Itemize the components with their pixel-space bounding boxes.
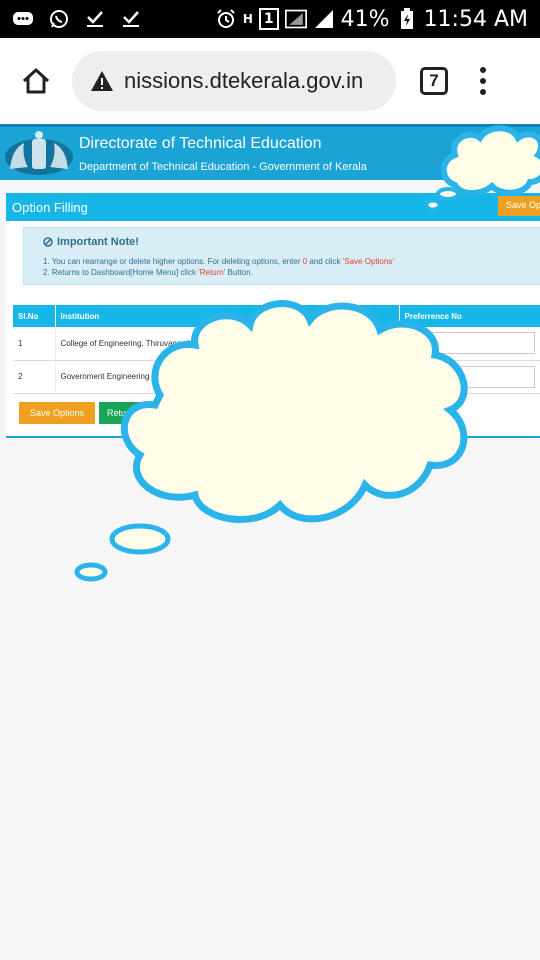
cell-preference: [399, 360, 540, 394]
cell-slno: 1: [13, 327, 56, 361]
options-table: Sl.No Institution Course Preferrence No …: [13, 305, 540, 394]
cell-institution: Government Engineering: [55, 360, 296, 394]
menu-dot: [480, 89, 486, 95]
table-header-row: Sl.No Institution Course Preferrence No: [13, 305, 540, 327]
panel-title: Option Filling: [12, 199, 88, 215]
note-return: 'Return': [198, 268, 226, 277]
overflow-menu-button[interactable]: [478, 67, 488, 95]
note-line-1: 1. You can rearrange or delete higher op…: [43, 256, 540, 267]
note-save-options: 'Save Options': [342, 257, 394, 266]
tab-switcher-button[interactable]: 7: [420, 67, 448, 95]
download-done-icon: [84, 8, 106, 30]
signal-icon: [313, 8, 335, 30]
cell-preference: [399, 327, 540, 361]
save-options-button[interactable]: Save Options: [19, 402, 95, 424]
col-institution: Institution: [55, 305, 296, 327]
chat-bubble-icon: [12, 8, 34, 30]
home-icon: [22, 68, 50, 94]
table-row: 2 Government Engineering: [13, 360, 540, 394]
option-filling-panel: Option Filling Save Op Important Note! 1…: [6, 193, 540, 438]
signal-icon: [284, 8, 307, 30]
cell-slno: 2: [13, 360, 56, 394]
note-title: Important Note!: [57, 236, 139, 248]
return-button[interactable]: Return: [99, 402, 149, 424]
battery-percent: 41%: [340, 6, 390, 32]
menu-dot: [480, 78, 486, 84]
cell-course: [295, 360, 400, 394]
note-text: Button.: [225, 268, 253, 277]
ban-icon: [43, 237, 53, 247]
clock: 11:54 AM: [423, 6, 528, 32]
status-bar: H 1 41% 11:54 AM: [0, 0, 540, 38]
note-line-2: 2. Returns to Dashboard[Home Menu] click…: [43, 267, 540, 278]
col-course: Course: [295, 305, 400, 327]
note-text: 2. Returns to Dashboard[Home Menu] click: [43, 268, 199, 277]
preference-input[interactable]: [404, 332, 535, 355]
site-header: Directorate of Technical Education Depar…: [0, 124, 540, 180]
save-options-top-button[interactable]: Save Op: [498, 196, 540, 216]
cell-course: [295, 327, 400, 361]
col-slno: Sl.No: [13, 305, 56, 327]
warning-icon: [91, 71, 113, 91]
home-button[interactable]: [16, 61, 56, 101]
url-text: nissions.dtekerala.gov.in: [124, 68, 364, 93]
note-title-row: Important Note!: [43, 236, 540, 248]
site-title: Directorate of Technical Education: [79, 135, 322, 152]
network-h-indicator: H: [242, 12, 253, 26]
important-note: Important Note! 1. You can rearrange or …: [23, 227, 540, 285]
note-text: 1. You can rearrange or delete higher op…: [43, 257, 303, 266]
battery-icon: [396, 8, 418, 30]
address-bar[interactable]: nissions.dtekerala.gov.in: [72, 51, 396, 111]
download-done-icon: [120, 8, 142, 30]
screen: H 1 41% 11:54 AM nissions.dtekerala.gov.…: [0, 0, 540, 960]
site-subtitle: Department of Technical Education - Gove…: [79, 161, 367, 173]
menu-dot: [480, 67, 486, 73]
panel-header: Option Filling: [6, 193, 540, 221]
table-row: 1 College of Engineering, Thiruvananth: [13, 327, 540, 361]
sim-badge: 1: [258, 8, 279, 30]
kerala-emblem-icon: [5, 131, 73, 175]
alarm-icon: [215, 8, 237, 30]
browser-toolbar: nissions.dtekerala.gov.in 7: [0, 38, 540, 124]
col-preference: Preferrence No: [399, 305, 540, 327]
whatsapp-icon: [48, 8, 70, 30]
cell-institution: College of Engineering, Thiruvananth: [55, 327, 296, 361]
preference-input[interactable]: [404, 365, 535, 388]
note-text: and click: [307, 257, 343, 266]
